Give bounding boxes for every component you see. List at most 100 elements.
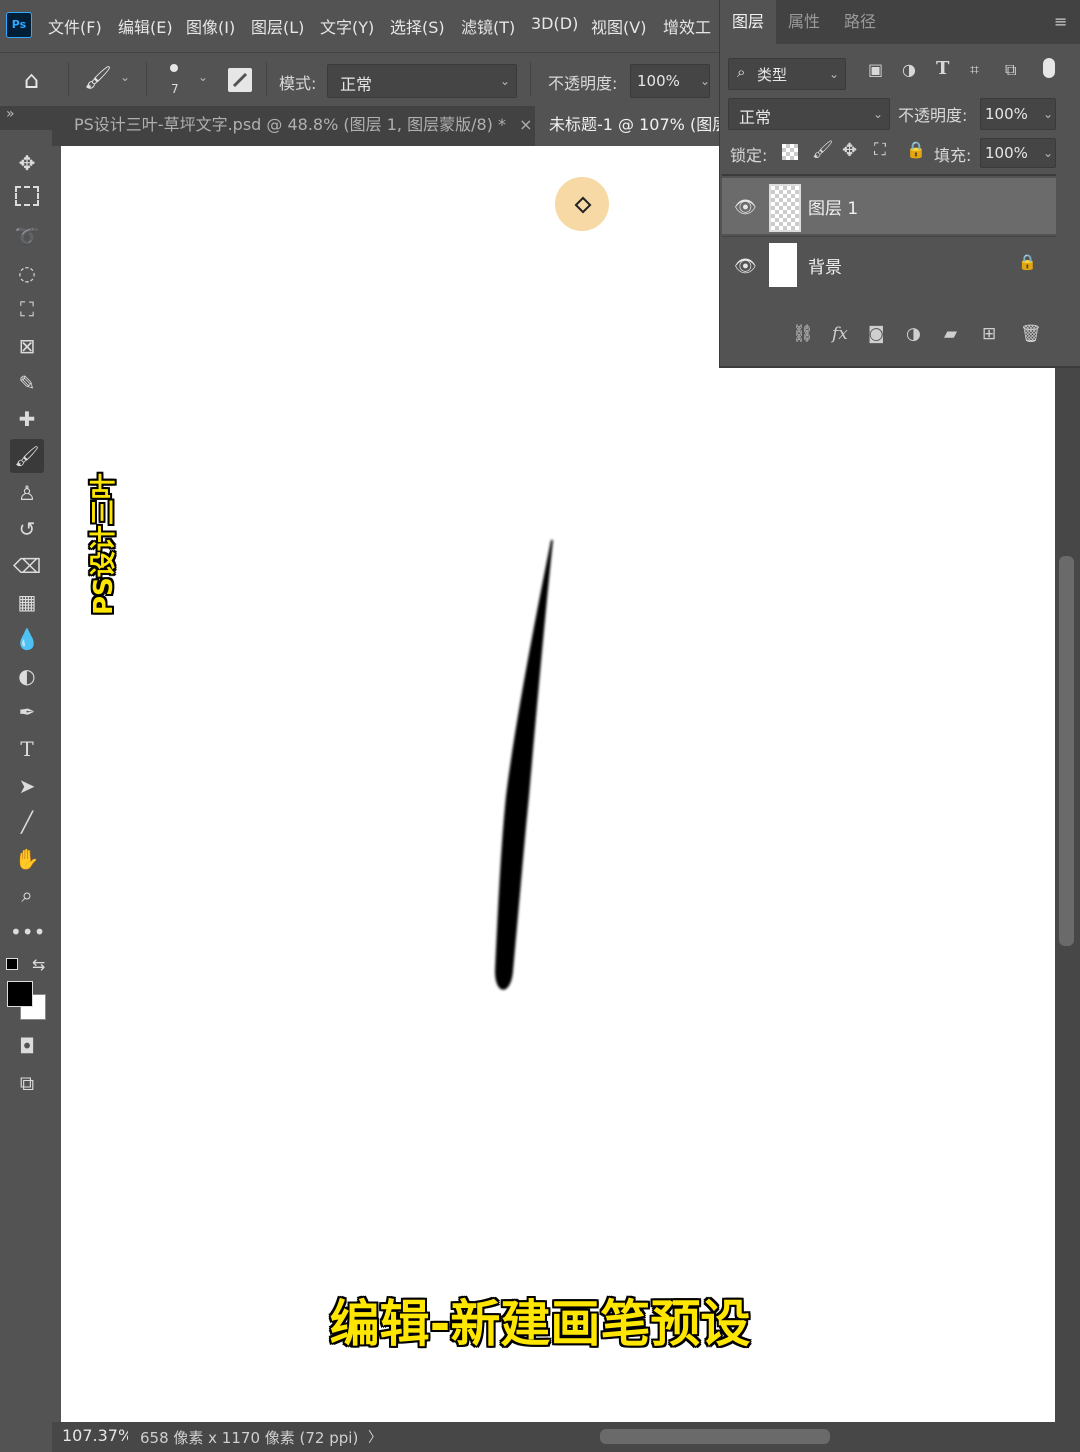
- expand-panels-icon[interactable]: »: [6, 106, 15, 122]
- visibility-eye-icon[interactable]: 👁: [734, 197, 757, 218]
- brush-settings-panel-icon[interactable]: [228, 68, 252, 92]
- menu-3d[interactable]: 3D(D): [531, 14, 578, 33]
- clone-stamp-tool-icon[interactable]: ♙: [10, 476, 44, 510]
- panel-menu-icon[interactable]: ≡: [1054, 12, 1067, 31]
- mode-select[interactable]: 正常 ⌄: [327, 64, 517, 98]
- eyedropper-tool-icon[interactable]: ✎: [10, 366, 44, 400]
- fill-field[interactable]: 100% ⌄: [980, 138, 1056, 168]
- menu-select[interactable]: 选择(S): [390, 14, 445, 38]
- hand-tool-icon[interactable]: ✋: [10, 842, 44, 876]
- pen-tool-icon[interactable]: ✒: [10, 695, 44, 729]
- layer-filter-select[interactable]: ⌕ 类型 ⌄: [728, 58, 846, 90]
- document-info: 658 像素 x 1170 像素 (72 ppi): [140, 1429, 359, 1447]
- add-mask-icon[interactable]: ◙: [868, 324, 885, 344]
- gradient-tool-icon[interactable]: ▦: [10, 585, 44, 619]
- adjustment-layer-icon[interactable]: ◑: [906, 324, 921, 344]
- menu-view[interactable]: 视图(V): [591, 14, 646, 38]
- move-tool-icon[interactable]: ✥: [10, 146, 44, 180]
- path-selection-tool-icon[interactable]: ➤: [10, 769, 44, 803]
- brush-size-value: 7: [171, 82, 179, 96]
- tab-document-1[interactable]: PS设计三叶-草坪文字.psd @ 48.8% (图层 1, 图层蒙版/8) *…: [60, 106, 544, 146]
- marquee-tool-icon[interactable]: [10, 182, 44, 216]
- new-group-icon[interactable]: ▰: [944, 324, 957, 344]
- chevron-down-icon: ⌄: [499, 74, 510, 88]
- filter-pixel-icon[interactable]: ▣: [868, 60, 883, 79]
- filter-adjustment-icon[interactable]: ◑: [902, 60, 916, 79]
- brush-tool-preset-icon[interactable]: 🖌: [84, 66, 112, 91]
- layer-opacity-label: 不透明度:: [898, 106, 968, 125]
- scrollbar-thumb[interactable]: [1059, 556, 1074, 946]
- layer-row-layer-1[interactable]: 👁 图层 1: [722, 178, 1056, 234]
- swap-colors-icon[interactable]: ⇆: [32, 955, 45, 974]
- menu-plugins[interactable]: 增效工: [663, 14, 711, 38]
- opacity-value: 100%: [637, 72, 680, 90]
- status-menu-arrow[interactable]: 〉: [368, 1427, 382, 1447]
- lock-transparent-icon[interactable]: [782, 144, 798, 160]
- menu-file[interactable]: 文件(F): [48, 14, 102, 38]
- quick-mask-icon[interactable]: ◘: [10, 1029, 44, 1063]
- menu-type[interactable]: 文字(Y): [320, 14, 374, 38]
- zoom-tool-icon[interactable]: ⌕: [10, 878, 44, 912]
- visibility-eye-icon[interactable]: 👁: [734, 256, 757, 277]
- chevron-down-icon: ⌄: [699, 74, 710, 88]
- lock-all-icon[interactable]: 🔒: [906, 140, 926, 159]
- eraser-tool-icon[interactable]: ⌫: [10, 549, 44, 583]
- menu-edit[interactable]: 编辑(E): [118, 14, 173, 38]
- menu-filter[interactable]: 滤镜(T): [461, 14, 515, 38]
- search-icon: ⌕: [737, 63, 746, 81]
- horizontal-scrollbar[interactable]: [390, 1424, 1050, 1450]
- more-tools-icon[interactable]: •••: [10, 915, 45, 949]
- frame-tool-icon[interactable]: ⊠: [10, 329, 44, 363]
- filter-type-label: 类型: [757, 66, 788, 84]
- lasso-tool-icon[interactable]: ➰: [10, 219, 44, 253]
- close-icon[interactable]: ×: [519, 115, 532, 134]
- lock-position-icon[interactable]: ✥: [842, 140, 857, 161]
- default-colors-icon[interactable]: [6, 958, 18, 970]
- tab-layers[interactable]: 图层: [720, 0, 777, 44]
- blend-mode-value: 正常: [739, 108, 772, 127]
- blur-tool-icon[interactable]: 💧: [10, 622, 44, 656]
- lock-label: 锁定:: [730, 146, 768, 165]
- layer-row-background[interactable]: 👁 背景 🔒: [722, 236, 1056, 293]
- dodge-tool-icon[interactable]: ◐: [10, 659, 44, 693]
- lock-image-icon[interactable]: 🖌: [812, 140, 834, 160]
- history-brush-tool-icon[interactable]: ↺: [10, 512, 44, 546]
- watermark-text: PS设计三叶: [89, 473, 119, 615]
- screen-mode-icon[interactable]: ⧉: [10, 1066, 44, 1100]
- quick-selection-tool-icon[interactable]: ◌: [10, 256, 44, 290]
- fx-icon[interactable]: fx: [832, 324, 848, 344]
- opacity-field[interactable]: 100% ⌄: [630, 64, 710, 98]
- healing-brush-tool-icon[interactable]: ✚: [10, 402, 44, 436]
- brush-tip-icon[interactable]: [170, 64, 178, 72]
- photoshop-logo: Ps: [6, 12, 32, 38]
- brush-tool-icon[interactable]: 🖌: [10, 439, 44, 473]
- line-tool-icon[interactable]: ╱: [10, 805, 44, 839]
- foreground-color-swatch[interactable]: [7, 981, 33, 1007]
- filter-shape-icon[interactable]: ⌗: [970, 60, 979, 80]
- delete-layer-icon[interactable]: 🗑: [1020, 324, 1042, 344]
- layer-name: 图层 1: [808, 199, 859, 219]
- link-layers-icon[interactable]: ⛓: [792, 324, 814, 344]
- crop-tool-icon[interactable]: ⛶: [10, 292, 44, 326]
- chevron-down-icon[interactable]: ⌄: [198, 70, 208, 84]
- type-tool-icon[interactable]: T: [10, 732, 44, 766]
- blend-mode-select[interactable]: 正常 ⌄: [728, 98, 890, 130]
- tab-document-2[interactable]: 未标题-1 @ 107% (图层: [535, 106, 734, 146]
- chevron-down-icon: ⌄: [828, 67, 839, 81]
- lock-artboard-icon[interactable]: ⛶: [874, 140, 886, 160]
- home-icon[interactable]: ⌂: [24, 66, 39, 94]
- divider: [146, 62, 147, 96]
- layer-opacity-field[interactable]: 100% ⌄: [980, 98, 1056, 130]
- scrollbar-thumb[interactable]: [600, 1429, 830, 1444]
- tab-paths[interactable]: 路径: [832, 0, 888, 44]
- new-layer-icon[interactable]: ⊞: [982, 324, 996, 344]
- filter-type-icon[interactable]: T: [936, 58, 949, 79]
- menu-image[interactable]: 图像(I): [186, 14, 235, 38]
- layer-thumbnail: [769, 243, 797, 287]
- filter-smart-object-icon[interactable]: ⧉: [1005, 60, 1016, 80]
- zoom-level[interactable]: 107.37%: [62, 1426, 128, 1445]
- filter-toggle-icon[interactable]: [1043, 58, 1055, 78]
- chevron-down-icon[interactable]: ⌄: [120, 70, 130, 84]
- menu-layer[interactable]: 图层(L): [251, 14, 304, 38]
- tab-properties[interactable]: 属性: [776, 0, 832, 44]
